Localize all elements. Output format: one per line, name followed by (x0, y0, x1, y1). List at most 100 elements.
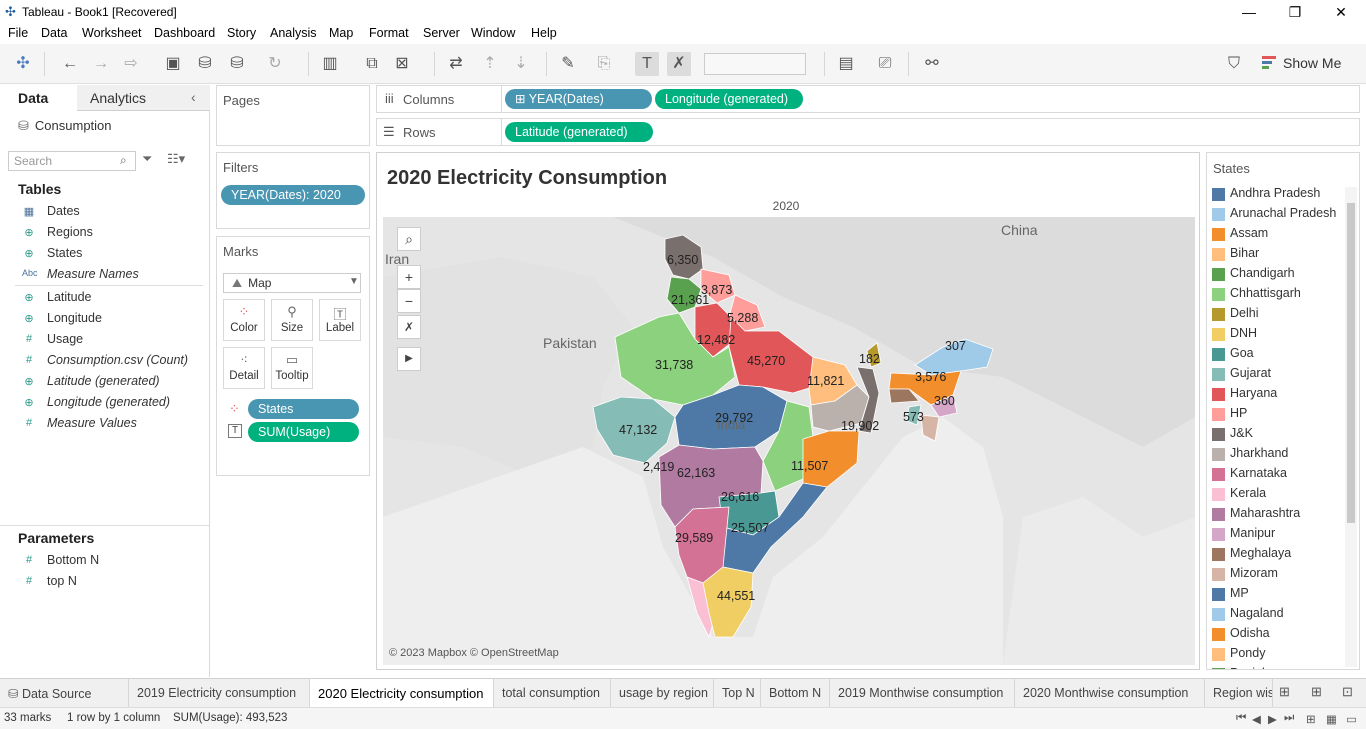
menu-data[interactable]: Data (41, 26, 67, 40)
tab-data-source[interactable]: ⛁ Data Source (0, 679, 129, 707)
redo-icon[interactable]: → (89, 52, 113, 76)
undo-icon[interactable]: ← (58, 52, 82, 76)
legend-label: Punjab (1230, 666, 1269, 669)
sheet-tab[interactable]: Region wis (1205, 679, 1273, 707)
menu-analysis[interactable]: Analysis (270, 26, 317, 40)
states-pill[interactable]: States (248, 399, 359, 419)
filters-shelf[interactable]: Filters YEAR(Dates): 2020 (216, 152, 370, 229)
sheet-tab[interactable]: usage by region (611, 679, 714, 707)
show-cards-icon[interactable]: ▤ (834, 52, 858, 76)
replay-icon[interactable]: ⇨ (119, 52, 143, 76)
last-sheet-icon[interactable]: ⏭ (1284, 712, 1294, 725)
rows-shelf[interactable]: ☰ Rows Latitude (generated) (376, 118, 1360, 146)
sheet-sorter-icon[interactable]: ⊞ (1306, 712, 1316, 726)
legend-label: Chandigarh (1230, 266, 1295, 280)
label-icon: 🅃 (333, 307, 347, 322)
size-button[interactable]: ⚲ Size (271, 299, 313, 341)
legend-swatch (1212, 508, 1225, 521)
prev-sheet-icon[interactable]: ◀ (1252, 712, 1261, 726)
group-icon[interactable]: ⎘ (592, 52, 616, 76)
minimize-button[interactable]: — (1226, 2, 1272, 22)
color-button[interactable]: ⁘ Color (223, 299, 265, 341)
sum-usage-pill[interactable]: SUM(Usage) (248, 422, 359, 442)
map-search-icon[interactable]: ⌕ (397, 227, 421, 251)
field-label: Latitude (generated) (47, 374, 160, 388)
pages-shelf[interactable]: Pages (216, 85, 370, 146)
sheet-tab[interactable]: 2020 Electricity consumption (310, 679, 494, 707)
next-sheet-icon[interactable]: ▶ (1268, 712, 1277, 726)
legend-scrollbar[interactable] (1345, 187, 1357, 667)
new-datasource-icon[interactable]: ⛁ (193, 52, 217, 76)
tabs-view-icon[interactable]: ▭ (1346, 712, 1357, 726)
pause-updates-icon[interactable]: ⛁ (225, 52, 249, 76)
clear-sheet-icon[interactable]: ⊠ (390, 52, 414, 76)
fit-dropdown[interactable] (704, 53, 806, 75)
close-button[interactable]: ✕ (1318, 2, 1364, 22)
filmstrip-icon[interactable]: ▦ (1326, 712, 1337, 726)
tableau-home-icon[interactable]: ✣ (11, 52, 35, 76)
view-list-icon[interactable]: ☷▾ (167, 151, 185, 167)
menu-help[interactable]: Help (531, 26, 557, 40)
menu-window[interactable]: Window (471, 26, 515, 40)
highlight-icon[interactable]: ✎ (556, 52, 580, 76)
filter-icon[interactable]: ⏷ (142, 151, 152, 167)
reset-map-icon[interactable]: ✗ (397, 315, 421, 339)
sheet-tab[interactable]: 2019 Monthwise consumption (830, 679, 1015, 707)
longitude-pill[interactable]: Longitude (generated) (655, 89, 803, 109)
presentation-mode-icon[interactable]: ⎚ (873, 52, 897, 76)
columns-shelf[interactable]: iii Columns ⊞ YEAR(Dates) Longitude (gen… (376, 85, 1360, 113)
tab-analytics[interactable]: Analytics ‹ (77, 85, 210, 111)
tab-data[interactable]: Data (0, 85, 77, 111)
detail-button[interactable]: ⁖ Detail (223, 347, 265, 389)
search-input[interactable]: Search ⌕ (8, 151, 136, 171)
zoom-in-button[interactable]: + (397, 265, 421, 289)
new-dashboard-tab-icon[interactable]: ⊞ (1311, 684, 1322, 700)
map-area[interactable]: China Pakistan Iran India 6,350 3,873 21… (383, 217, 1195, 665)
mark-type-dropdown[interactable]: ⛰ Map ▼ (223, 273, 361, 293)
field-label: Consumption.csv (Count) (47, 353, 189, 367)
new-worksheet-tab-icon[interactable]: ⊞ (1279, 684, 1290, 700)
menu-format[interactable]: Format (369, 26, 409, 40)
sort-descending-icon[interactable]: ⇣ (509, 52, 533, 76)
sheet-tab[interactable]: total consumption (494, 679, 611, 707)
refresh-icon[interactable]: ↻ (263, 52, 287, 76)
year-dates-pill[interactable]: ⊞ YEAR(Dates) (505, 89, 652, 109)
marks-label: Marks (223, 244, 259, 259)
collapse-icon[interactable]: ‹ (191, 89, 196, 105)
sheet-tab[interactable]: 2020 Monthwise consumption (1015, 679, 1205, 707)
latitude-pill[interactable]: Latitude (generated) (505, 122, 653, 142)
label-button[interactable]: 🅃 Label (319, 299, 361, 341)
menu-file[interactable]: File (8, 26, 28, 40)
first-sheet-icon[interactable]: ⏮ (1236, 712, 1246, 725)
zoom-out-button[interactable]: − (397, 289, 421, 313)
sheet-tab[interactable]: Bottom N (761, 679, 830, 707)
legend-label: Meghalaya (1230, 546, 1292, 560)
fix-axes-icon[interactable]: ✗ (667, 52, 691, 76)
new-worksheet-icon[interactable]: ▥ (318, 52, 342, 76)
save-icon[interactable]: ▣ (161, 52, 185, 76)
sheet-tab[interactable]: 2019 Electricity consumption (129, 679, 310, 707)
sort-ascending-icon[interactable]: ⇡ (478, 52, 502, 76)
map-toolbar-expand-icon[interactable]: ▶ (397, 347, 421, 371)
menu-dashboard[interactable]: Dashboard (154, 26, 215, 40)
filter-pill[interactable]: YEAR(Dates): 2020 (221, 185, 365, 205)
duplicate-sheet-icon[interactable]: ⧉ (360, 52, 384, 76)
share-icon[interactable]: ⚯ (920, 52, 944, 76)
format-painter-icon[interactable]: ⛉ (1222, 52, 1246, 76)
menu-worksheet[interactable]: Worksheet (82, 26, 142, 40)
menu-map[interactable]: Map (329, 26, 353, 40)
sheet-tab[interactable]: Top N (714, 679, 761, 707)
menu-server[interactable]: Server (423, 26, 460, 40)
show-mark-labels-icon[interactable]: T (635, 52, 659, 76)
globe-icon: ⊕ (24, 248, 34, 260)
legend-swatch (1212, 248, 1225, 261)
datasource-item[interactable]: ⛁ Consumption (18, 118, 112, 134)
legend-label: Assam (1230, 226, 1269, 240)
tooltip-button[interactable]: ▭ Tooltip (271, 347, 313, 389)
menu-story[interactable]: Story (227, 26, 256, 40)
new-story-tab-icon[interactable]: ⊡ (1342, 684, 1353, 700)
swap-rows-columns-icon[interactable]: ⇄ (444, 52, 468, 76)
restore-button[interactable]: ❐ (1272, 2, 1318, 22)
show-me-button[interactable]: Show Me (1283, 55, 1341, 71)
abc-icon: Abc (22, 268, 38, 278)
